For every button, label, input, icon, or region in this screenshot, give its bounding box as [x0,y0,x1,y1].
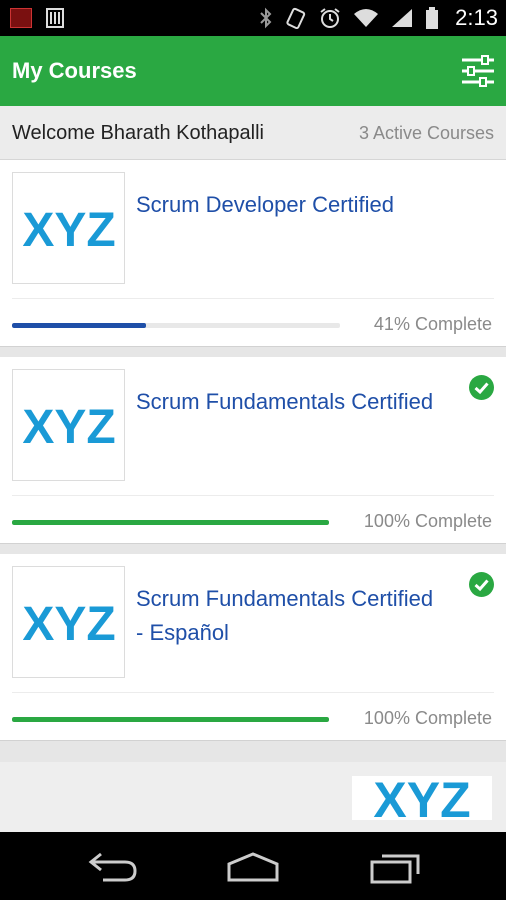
divider [12,495,494,496]
status-bar: 2:13 [0,0,506,36]
course-card[interactable]: XYZ Scrum Fundamentals Certified 100% Co… [0,357,506,544]
progress-label: 41% Complete [373,314,492,334]
xyz-logo: XYZ [352,776,492,820]
home-icon[interactable] [225,850,281,884]
progress-fill [12,520,329,525]
sliders-icon[interactable] [460,54,496,88]
wifi-icon [354,9,379,27]
course-card[interactable]: XYZ Scrum Developer Certified 41% Comple… [0,160,506,347]
svg-text:XYZ: XYZ [23,599,115,645]
progress-fill [12,323,147,328]
xyz-logo: XYZ [23,599,115,645]
progress-label: 100% Complete [363,511,492,531]
course-title[interactable]: Scrum Fundamentals Certified - Español [136,582,436,650]
completed-check-icon [469,572,494,597]
xyz-logo: XYZ [23,402,115,448]
course-thumbnail: XYZ [12,369,125,481]
progress-bar [12,323,340,328]
app-notification-icon [10,8,32,28]
progress-bar [12,520,329,525]
welcome-greeting: Welcome Bharath Kothapalli [12,122,264,144]
recent-apps-icon[interactable] [368,850,424,884]
navigation-bar [0,832,506,900]
bluetooth-icon [260,7,272,29]
svg-text:XYZ: XYZ [23,205,115,251]
vibrate-icon [286,7,306,29]
barcode-notification-icon [46,8,64,28]
completed-check-icon [469,375,494,400]
course-card[interactable]: XYZ Scrum Fundamentals Certified - Españ… [0,554,506,741]
app-bar: My Courses [0,36,506,106]
progress-fill [12,717,329,722]
course-thumbnail: XYZ [12,566,125,678]
signal-icon [392,9,413,27]
course-thumbnail: XYZ [12,172,125,284]
xyz-logo: XYZ [23,205,115,251]
progress-bar [12,717,329,722]
alarm-icon [320,8,340,28]
divider [12,692,494,693]
back-icon[interactable] [85,850,141,884]
divider [12,298,494,299]
progress-label: 100% Complete [363,708,492,728]
battery-icon [426,7,439,29]
welcome-bar: Welcome Bharath Kothapalli 3 Active Cour… [0,106,506,160]
footer: XYZ [0,762,506,832]
status-time: 2:13 [455,5,498,30]
svg-text:XYZ: XYZ [373,776,470,820]
svg-text:XYZ: XYZ [23,402,115,448]
course-title[interactable]: Scrum Fundamentals Certified [136,385,436,419]
active-courses-count: 3 Active Courses [358,123,494,143]
page-title: My Courses [12,58,137,83]
course-title[interactable]: Scrum Developer Certified [136,188,436,222]
